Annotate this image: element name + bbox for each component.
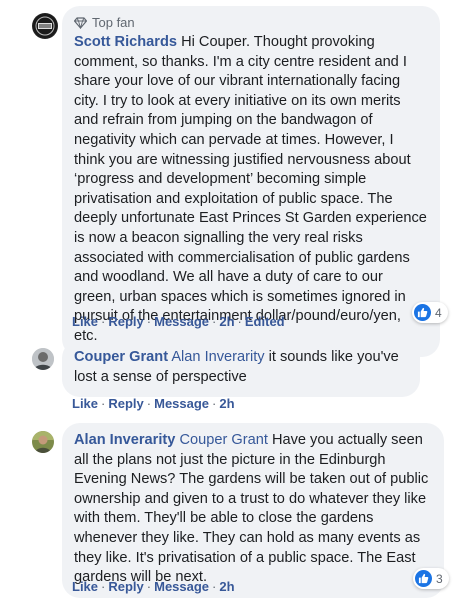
- comment-actions: Like · Reply · Message · 2h · Edited: [72, 314, 285, 329]
- author-link[interactable]: Alan Inverarity: [74, 432, 175, 448]
- comment-body: Have you actually seen all the plans not…: [74, 432, 429, 586]
- mention-link[interactable]: Couper Grant: [179, 432, 267, 448]
- top-fan-badge: Top fan: [74, 14, 428, 32]
- avatar[interactable]: [32, 431, 54, 453]
- author-link[interactable]: Couper Grant: [74, 349, 168, 365]
- thumbs-up-icon: [415, 570, 432, 587]
- reaction-number: 4: [435, 305, 442, 320]
- reaction-count[interactable]: 3: [413, 568, 449, 589]
- avatar[interactable]: [32, 348, 54, 370]
- edited-link[interactable]: Edited: [245, 314, 285, 329]
- comment-bubble: Couper Grant Alan Inverarity it sounds l…: [62, 340, 420, 398]
- timestamp-link[interactable]: 2h: [219, 579, 234, 594]
- author-link[interactable]: Scott Richards: [74, 34, 177, 50]
- comment-bubble: Top fan Scott Richards Hi Couper. Though…: [62, 6, 440, 357]
- mention-link[interactable]: Alan Inverarity: [171, 349, 264, 365]
- like-link[interactable]: Like: [72, 579, 98, 594]
- message-link[interactable]: Message: [154, 579, 209, 594]
- diamond-icon: [74, 17, 87, 29]
- person-avatar-icon: [32, 348, 54, 370]
- timestamp-link[interactable]: 2h: [219, 314, 234, 329]
- message-link[interactable]: Message: [154, 314, 209, 329]
- timestamp-link[interactable]: 2h: [219, 396, 234, 411]
- badge-label: Top fan: [92, 15, 135, 31]
- comment-actions: Like · Reply · Message · 2h: [72, 396, 235, 411]
- comment-text: Couper Grant Alan Inverarity it sounds l…: [74, 348, 408, 387]
- comment-actions: Like · Reply · Message · 2h: [72, 579, 235, 594]
- reaction-number: 3: [436, 571, 443, 586]
- reply-link[interactable]: Reply: [108, 579, 143, 594]
- avatar-logo-icon: [33, 14, 57, 38]
- reply-link[interactable]: Reply: [108, 396, 143, 411]
- comment-text: Alan Inverarity Couper Grant Have you ac…: [74, 431, 432, 588]
- like-link[interactable]: Like: [72, 314, 98, 329]
- comment-bubble: Alan Inverarity Couper Grant Have you ac…: [62, 423, 444, 598]
- reaction-count[interactable]: 4: [412, 302, 448, 323]
- like-link[interactable]: Like: [72, 396, 98, 411]
- comment-body: Hi Couper. Thought provoking comment, so…: [74, 34, 427, 344]
- comment-text: Scott Richards Hi Couper. Thought provok…: [74, 33, 428, 347]
- avatar[interactable]: [32, 13, 58, 39]
- person-avatar-icon: [32, 431, 54, 453]
- thumbs-up-icon: [414, 304, 431, 321]
- reply-link[interactable]: Reply: [108, 314, 143, 329]
- message-link[interactable]: Message: [154, 396, 209, 411]
